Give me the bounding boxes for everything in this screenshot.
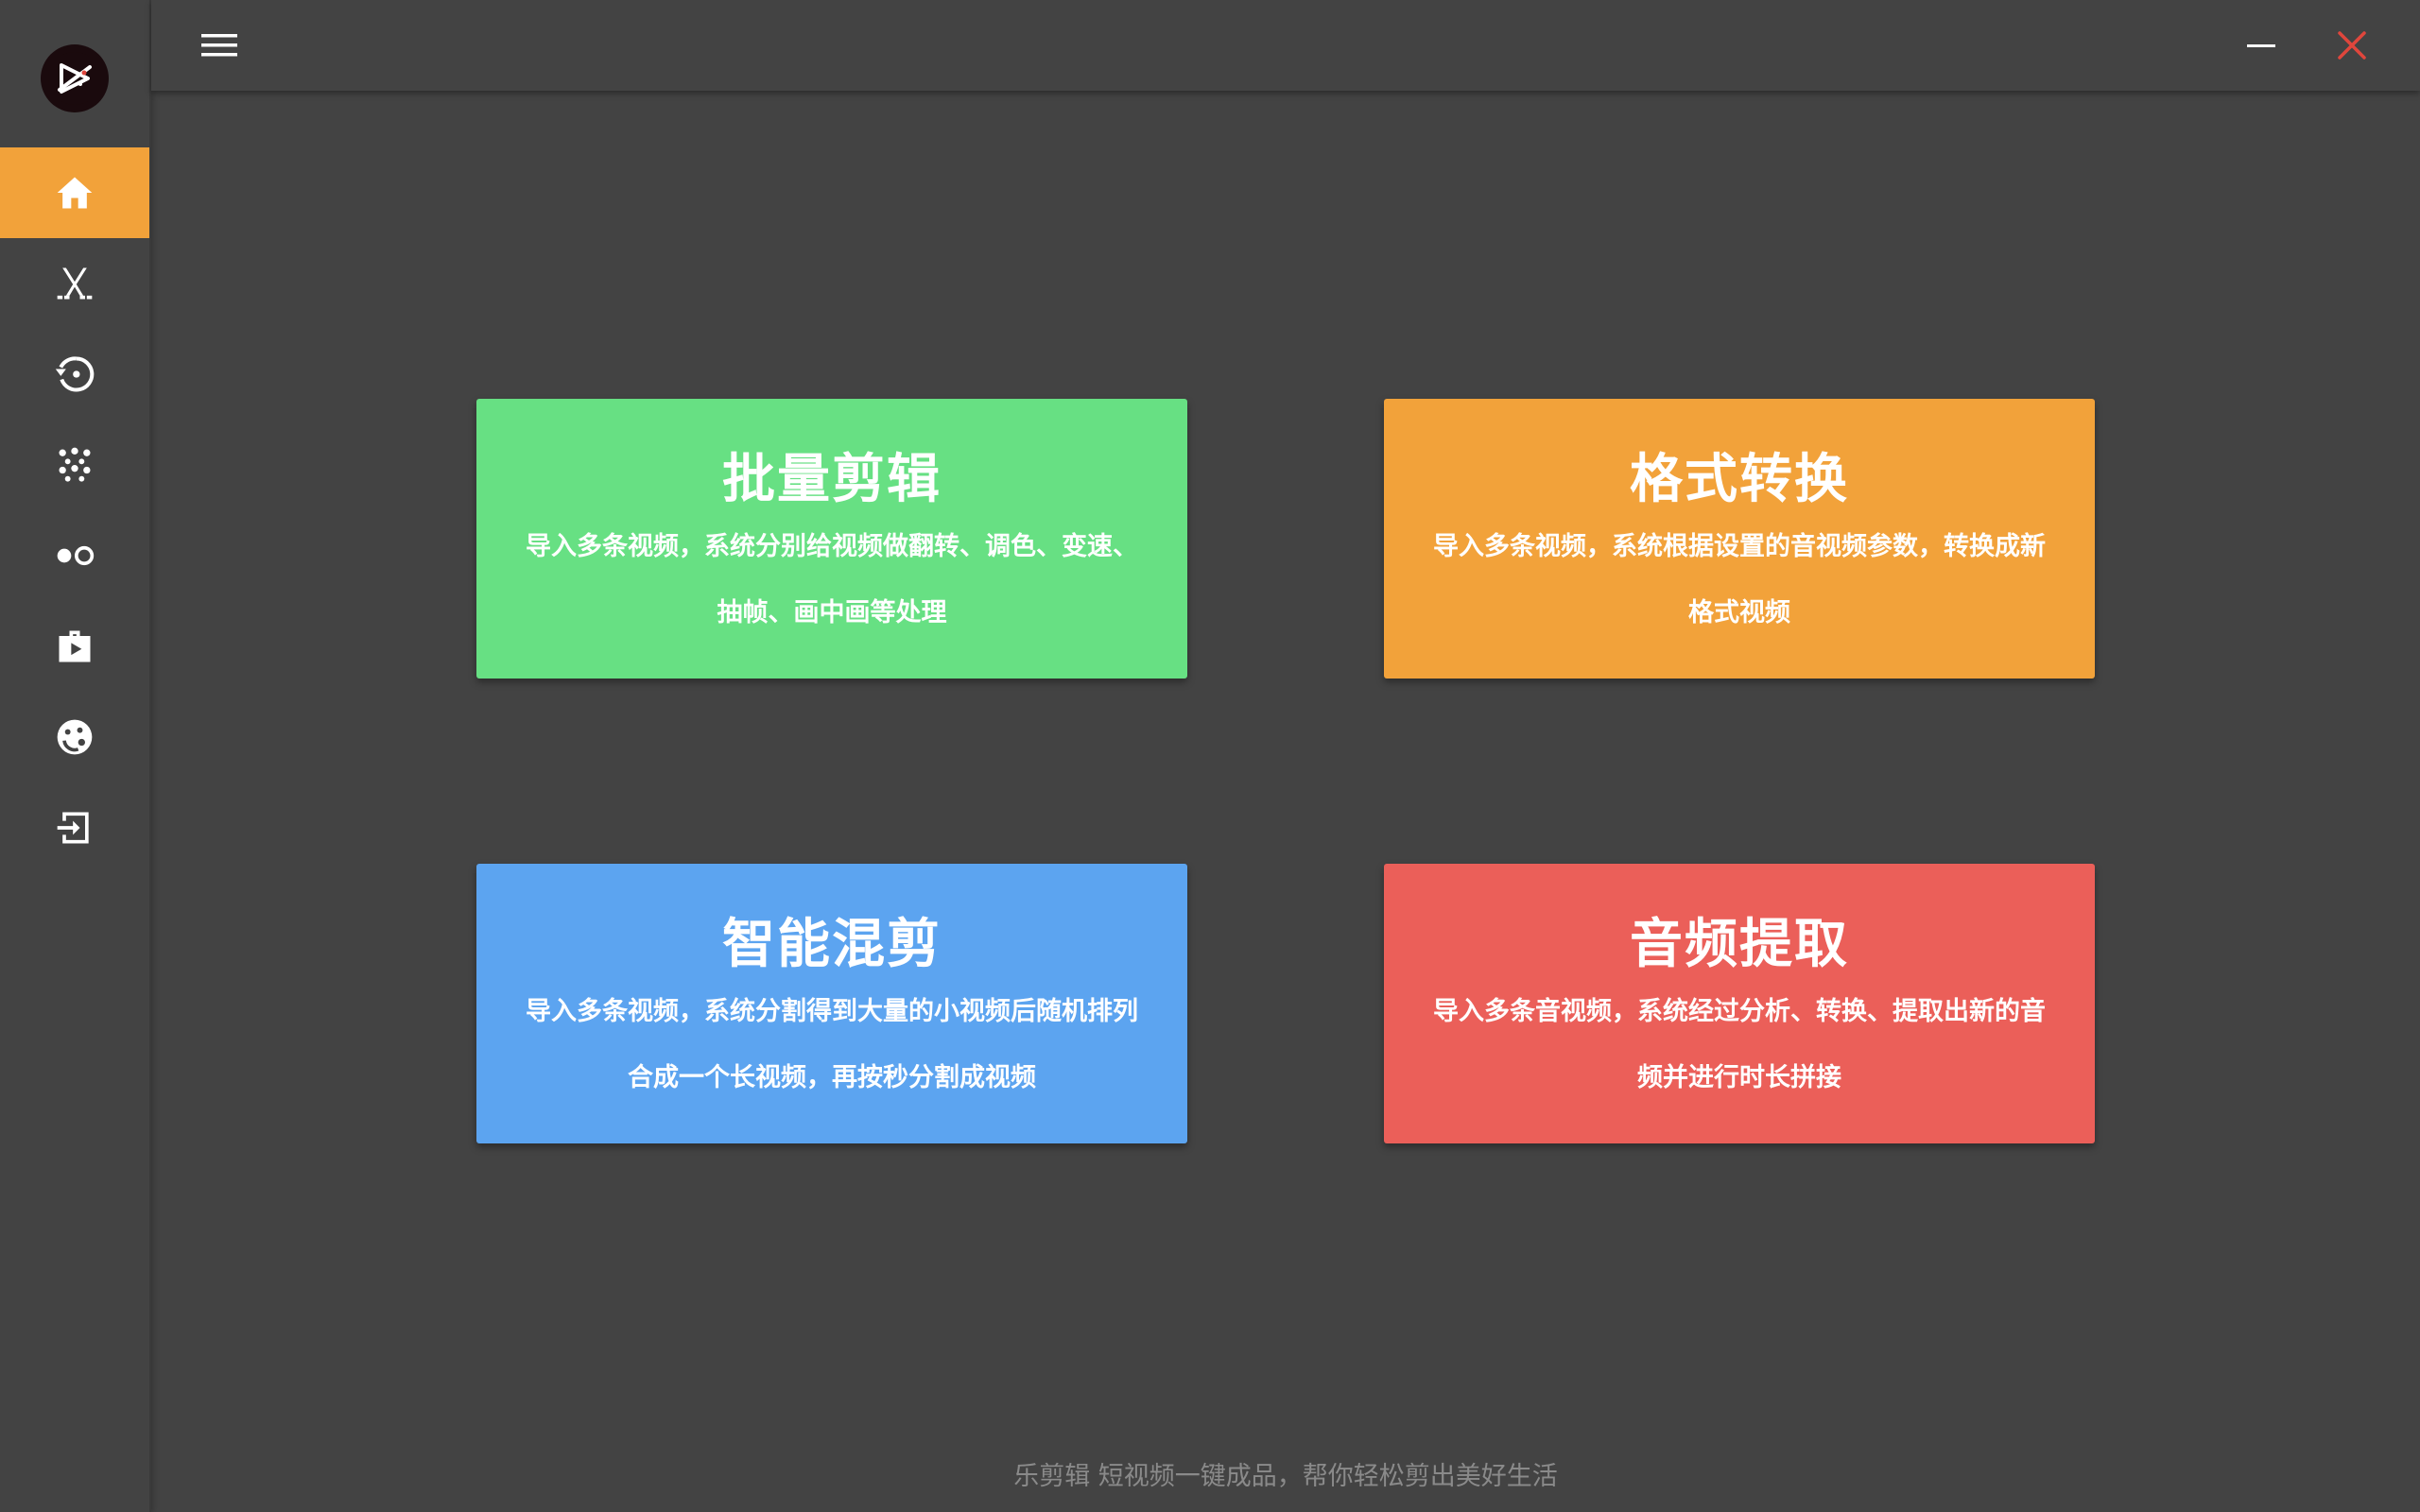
toggle-icon (57, 545, 95, 566)
card-desc-line: 格式视频 (1688, 598, 1790, 627)
app-window: 批量剪辑 导入多条视频，系统分别给视频做翻转、调色、变速、 抽帧、画中画等处理 … (0, 0, 2420, 1512)
video-bag-icon (59, 630, 91, 662)
sidebar (0, 0, 151, 1512)
sidebar-item-history[interactable] (0, 329, 149, 420)
menu-button[interactable] (199, 25, 240, 66)
sidebar-item-toggle[interactable] (0, 510, 149, 601)
card-description: 导入多条视频，系统根据设置的音视频参数，转换成新 格式视频 (1412, 514, 2066, 646)
card-desc-line: 导入多条视频，系统分别给视频做翻转、调色、变速、 (526, 532, 1138, 561)
top-bar (151, 0, 2420, 91)
home-icon (57, 177, 93, 209)
card-desc-line: 导入多条音视频，系统经过分析、转换、提取出新的音 (1433, 997, 2046, 1026)
card-description: 导入多条视频，系统分割得到大量的小视频后随机排列 合成一个长视频，再按秒分割成视… (505, 979, 1159, 1111)
card-description: 导入多条音视频，系统经过分析、转换、提取出新的音 频并进行时长拼接 (1412, 979, 2066, 1111)
footer-slogan: 乐剪辑 短视频一键成品，帮你轻松剪出美好生活 (1013, 1462, 1558, 1491)
sidebar-item-dots[interactable] (0, 420, 149, 510)
sidebar-item-video[interactable] (0, 601, 149, 692)
card-smart-mix[interactable]: 智能混剪 导入多条视频，系统分割得到大量的小视频后随机排列 合成一个长视频，再按… (476, 864, 1187, 1143)
cut-icon (57, 267, 93, 300)
card-desc-line: 导入多条视频，系统根据设置的音视频参数，转换成新 (1433, 532, 2046, 561)
hamburger-menu-icon (201, 34, 237, 57)
card-title: 批量剪辑 (722, 449, 942, 510)
sidebar-nav (0, 147, 149, 873)
dots-icon (59, 447, 91, 482)
sidebar-item-cut[interactable] (0, 238, 149, 329)
card-format-convert[interactable]: 格式转换 导入多条视频，系统根据设置的音视频参数，转换成新 格式视频 (1384, 399, 2095, 679)
card-title: 音频提取 (1630, 914, 1849, 975)
card-audio-extract[interactable]: 音频提取 导入多条音视频，系统经过分析、转换、提取出新的音 频并进行时长拼接 (1384, 864, 2095, 1143)
minimize-button[interactable] (2238, 23, 2284, 68)
card-desc-line: 频并进行时长拼接 (1637, 1063, 1841, 1092)
minimize-icon (2247, 44, 2275, 47)
close-icon (2338, 31, 2366, 60)
history-icon (55, 356, 95, 392)
sidebar-item-exit[interactable] (0, 782, 149, 873)
card-batch-edit[interactable]: 批量剪辑 导入多条视频，系统分别给视频做翻转、调色、变速、 抽帧、画中画等处理 (476, 399, 1187, 679)
card-description: 导入多条视频，系统分别给视频做翻转、调色、变速、 抽帧、画中画等处理 (505, 514, 1159, 646)
close-button[interactable] (2329, 23, 2375, 68)
app-logo-icon[interactable] (41, 44, 109, 112)
card-desc-line: 合成一个长视频，再按秒分割成视频 (628, 1063, 1036, 1092)
sidebar-item-home[interactable] (0, 147, 149, 238)
exit-icon (57, 812, 89, 844)
card-title: 格式转换 (1630, 449, 1849, 510)
face-icon (57, 719, 93, 755)
card-desc-line: 导入多条视频，系统分割得到大量的小视频后随机排列 (526, 997, 1138, 1026)
card-title: 智能混剪 (722, 914, 942, 975)
card-desc-line: 抽帧、画中画等处理 (717, 598, 947, 627)
sidebar-item-face[interactable] (0, 692, 149, 782)
